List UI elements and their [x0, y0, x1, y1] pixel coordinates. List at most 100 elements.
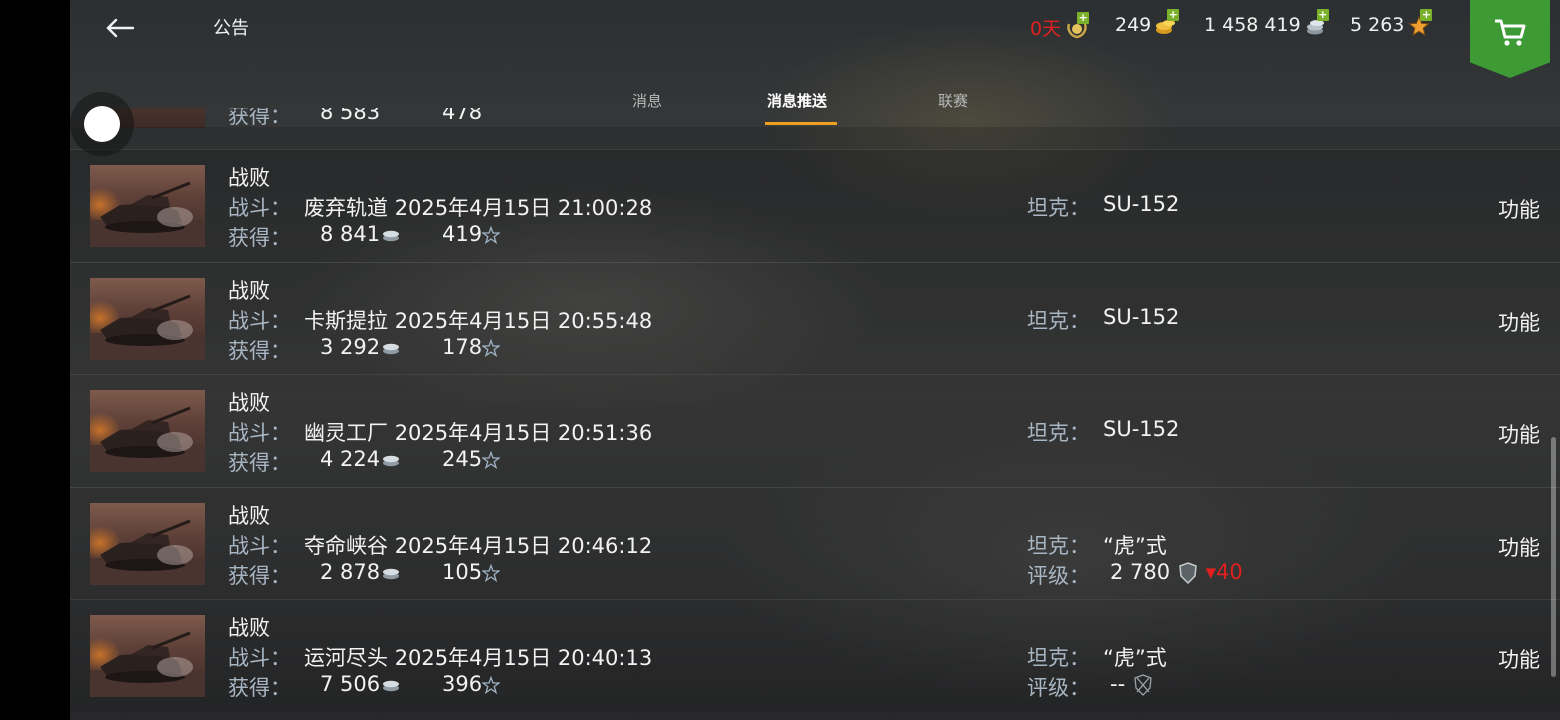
add-premium-icon[interactable]: +	[1077, 11, 1090, 24]
battle-label: 战斗：	[228, 421, 291, 445]
earned-xp: 245	[442, 447, 501, 471]
premium-account-counter[interactable]: 0天 +	[1030, 11, 1090, 41]
arrow-left-icon	[106, 18, 135, 38]
page-title: 公告	[213, 18, 249, 39]
battle-map-time: 运河尽头 2025年4月15日 20:40:13	[304, 646, 653, 670]
partial-list-item[interactable]: 获得： 8 583 478	[70, 108, 1560, 128]
star-icon	[482, 226, 501, 244]
earned-silver: 2 878	[320, 560, 400, 584]
battle-map-time: 废弃轨道 2025年4月15日 21:00:28	[304, 196, 653, 220]
earned-silver: 4 224	[320, 447, 400, 471]
battle-result: 战败	[228, 616, 270, 640]
battle-result: 战败	[228, 391, 270, 415]
battle-label: 战斗：	[228, 196, 291, 220]
battle-thumbnail	[90, 502, 205, 585]
list-item[interactable]: 战败 战斗： 运河尽头 2025年4月15日 20:40:13 获得： 7 50…	[70, 599, 1560, 712]
tank-name: SU-152	[1103, 304, 1180, 329]
earned-xp: 478	[442, 108, 483, 124]
silver-coins-icon	[383, 680, 400, 692]
top-bar: 公告 0天 + 249 + 1 458 419 + 5 263 +	[70, 0, 1560, 78]
function-button[interactable]: 功能	[1498, 419, 1540, 449]
app-window: 公告 0天 + 249 + 1 458 419 + 5 263 + 消息 消息推…	[70, 0, 1560, 720]
tank-name: SU-152	[1103, 417, 1180, 441]
rating-label: 评级：	[1027, 563, 1090, 588]
silver-coins-icon	[383, 568, 400, 579]
battle-map-time: 幽灵工厂 2025年4月15日 20:51:36	[304, 421, 653, 445]
earned-label: 获得：	[228, 226, 291, 250]
star-icon	[482, 563, 501, 582]
earned-xp: 105	[442, 560, 501, 584]
list-item[interactable]: 战败 战斗： 废弃轨道 2025年4月15日 21:00:28 获得： 8 84…	[70, 149, 1560, 262]
tank-label: 坦克：	[1027, 533, 1090, 558]
shop-button[interactable]	[1470, 0, 1550, 78]
earned-label: 获得：	[228, 451, 291, 475]
earned-silver: 8 583	[320, 108, 381, 124]
shopping-cart-icon	[1495, 19, 1526, 46]
earned-silver: 3 292	[320, 335, 400, 359]
earned-label: 获得：	[228, 563, 291, 588]
earned-label: 获得：	[228, 108, 291, 128]
function-button[interactable]: 功能	[1498, 644, 1540, 674]
add-silver-icon[interactable]: +	[1316, 9, 1329, 21]
earned-silver: 8 841	[320, 222, 400, 246]
silver-coins-icon	[383, 455, 400, 467]
list-item[interactable]: 战败 战斗： 夺命峡谷 2025年4月15日 20:46:12 获得： 2 87…	[70, 486, 1560, 600]
tank-label: 坦克：	[1027, 421, 1090, 445]
unrated-icon	[1134, 674, 1152, 696]
function-button[interactable]: 功能	[1498, 307, 1540, 337]
rating-shield-icon	[1179, 561, 1197, 584]
earned-xp: 178	[442, 335, 501, 359]
silver-counter[interactable]: 1 458 419 +	[1204, 9, 1329, 36]
free-xp-counter[interactable]: 5 263 +	[1350, 9, 1433, 37]
star-icon: +	[1408, 9, 1433, 37]
battle-map-time: 夺命峡谷 2025年4月15日 20:46:12	[304, 533, 653, 558]
battle-thumbnail	[90, 615, 205, 697]
add-free-xp-icon[interactable]: +	[1420, 9, 1433, 21]
tank-label: 坦克：	[1027, 646, 1090, 670]
silver-coins-icon: +	[1305, 9, 1329, 35]
silver-coins-icon	[383, 343, 400, 354]
rating-label: 评级：	[1027, 676, 1090, 700]
gold-counter[interactable]: 249 +	[1115, 9, 1180, 36]
gold-value: 249	[1115, 14, 1152, 36]
battle-result: 战败	[228, 166, 270, 190]
list-scrollbar[interactable]	[1551, 437, 1556, 677]
premium-laurel-icon: +	[1065, 11, 1090, 38]
star-icon	[482, 451, 501, 469]
tank-name: “虎”式	[1103, 646, 1167, 670]
back-button[interactable]	[100, 8, 140, 48]
tank-name: SU-152	[1103, 192, 1180, 216]
function-button[interactable]: 功能	[1498, 194, 1540, 224]
battle-label: 战斗：	[228, 308, 291, 333]
premium-days-value: 0天	[1030, 18, 1062, 40]
free-xp-value: 5 263	[1350, 14, 1405, 36]
star-icon	[482, 676, 501, 694]
tank-label: 坦克：	[1027, 196, 1090, 220]
battle-label: 战斗：	[228, 646, 291, 670]
rating-value: --	[1110, 672, 1154, 697]
message-list[interactable]: 战败 战斗： 废弃轨道 2025年4月15日 21:00:28 获得： 8 84…	[70, 127, 1560, 720]
floating-assistive-button[interactable]	[70, 92, 134, 156]
gold-coins-icon: +	[1155, 9, 1180, 35]
earned-xp: 396	[442, 672, 501, 696]
tank-name: “虎”式	[1103, 533, 1167, 558]
battle-result: 战败	[228, 503, 270, 528]
silver-coins-icon	[383, 230, 400, 242]
battle-label: 战斗：	[228, 533, 291, 558]
battle-map-time: 卡斯提拉 2025年4月15日 20:55:48	[304, 308, 653, 333]
tank-label: 坦克：	[1027, 308, 1090, 333]
list-item[interactable]: 战败 战斗： 幽灵工厂 2025年4月15日 20:51:36 获得： 4 22…	[70, 374, 1560, 487]
star-icon	[482, 338, 501, 357]
earned-xp: 419	[442, 222, 501, 246]
battle-thumbnail	[90, 165, 205, 247]
battle-thumbnail	[90, 390, 205, 472]
earned-label: 获得：	[228, 676, 291, 700]
add-gold-icon[interactable]: +	[1167, 9, 1180, 21]
battle-result: 战败	[228, 278, 270, 303]
function-button[interactable]: 功能	[1498, 532, 1540, 562]
earned-silver: 7 506	[320, 672, 400, 696]
list-item[interactable]: 战败 战斗： 卡斯提拉 2025年4月15日 20:55:48 获得： 3 29…	[70, 261, 1560, 375]
earned-label: 获得：	[228, 338, 291, 363]
rating-value: 2 780 ▾40	[1110, 559, 1243, 584]
battle-thumbnail	[90, 277, 205, 360]
